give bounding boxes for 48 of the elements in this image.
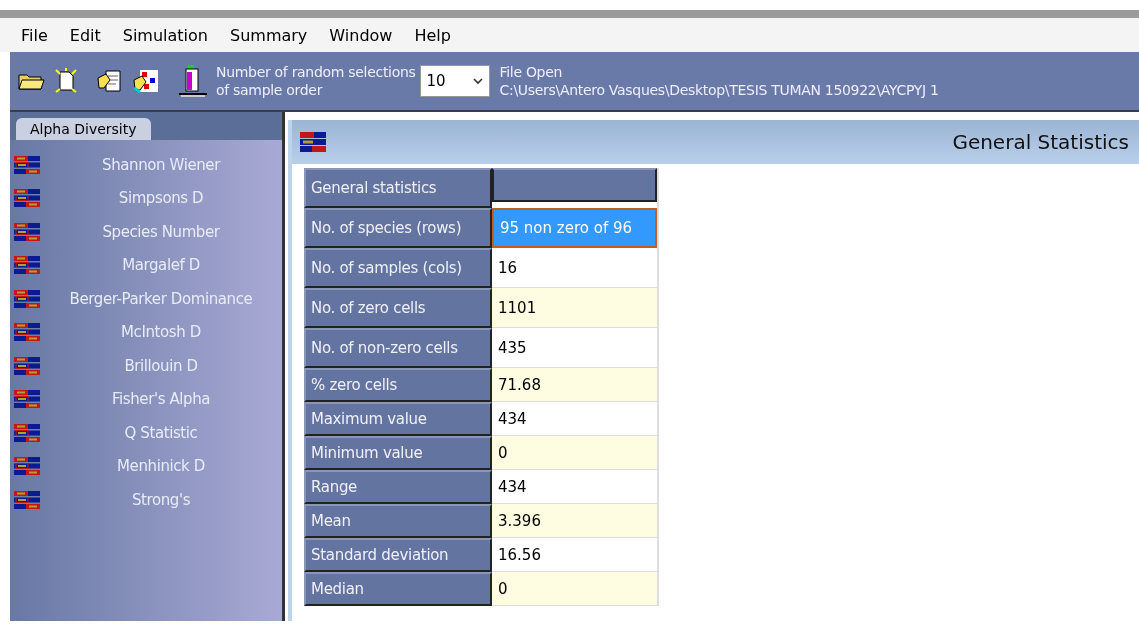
menu-item[interactable]: Summary xyxy=(219,25,319,45)
row-label: No. of non-zero cells xyxy=(304,328,492,368)
bars-icon xyxy=(14,457,40,476)
file-path: C:\Users\Antero Vasques\Desktop\TESIS TUMAN 150922\AYCPYJ 1 xyxy=(499,81,939,99)
menu-item[interactable]: Window xyxy=(318,25,404,45)
bars-icon xyxy=(300,132,326,152)
document-hand-icon[interactable] xyxy=(96,68,124,94)
table-cell[interactable]: 3.396 xyxy=(492,504,657,538)
row-label: Minimum value xyxy=(304,436,492,470)
bars-icon xyxy=(14,155,40,174)
table-cell[interactable]: 0 xyxy=(492,436,657,470)
selections-label: of sample order xyxy=(216,81,324,99)
table-cell[interactable]: 1101 xyxy=(492,288,657,328)
chevron-down-icon xyxy=(472,77,483,85)
selections-dropdown[interactable]: 10 xyxy=(419,65,490,97)
table-header: General statistics xyxy=(304,168,492,208)
menu-item[interactable]: File xyxy=(10,25,59,45)
selections-label: Number of random selections xyxy=(216,63,416,81)
grid-hand-icon[interactable] xyxy=(132,68,160,94)
bars-icon xyxy=(14,390,40,409)
row-label: Median xyxy=(304,572,492,606)
row-label: Maximum value xyxy=(304,402,492,436)
row-label: Standard deviation xyxy=(304,538,492,572)
row-label: No. of zero cells xyxy=(304,288,492,328)
row-label: Mean xyxy=(304,504,492,538)
bars-icon xyxy=(14,189,40,208)
row-label: % zero cells xyxy=(304,368,492,402)
bars-icon xyxy=(14,323,40,342)
bars-icon xyxy=(14,289,40,308)
row-label: No. of samples (cols) xyxy=(304,248,492,288)
tube-stand-icon[interactable] xyxy=(178,64,208,98)
bars-icon xyxy=(14,256,40,275)
window-title: General Statistics xyxy=(952,130,1129,154)
bars-icon xyxy=(14,490,40,509)
row-label: Range xyxy=(304,470,492,504)
menu-item[interactable]: Simulation xyxy=(111,25,219,45)
table-cell[interactable]: 71.68 xyxy=(492,368,657,402)
table-cell[interactable]: 0 xyxy=(492,572,657,606)
bars-icon xyxy=(14,222,40,241)
new-file-icon[interactable] xyxy=(54,68,78,94)
row-label: No. of species (rows) xyxy=(304,208,492,248)
alpha-diversity-tab[interactable]: Alpha Diversity xyxy=(16,118,151,140)
menu-item[interactable]: Edit xyxy=(58,25,112,45)
bars-icon xyxy=(14,423,40,442)
file-status: File Open xyxy=(499,63,564,81)
bars-icon xyxy=(14,356,40,375)
folder-icon[interactable] xyxy=(18,71,46,91)
menu-item[interactable]: Help xyxy=(403,25,462,45)
